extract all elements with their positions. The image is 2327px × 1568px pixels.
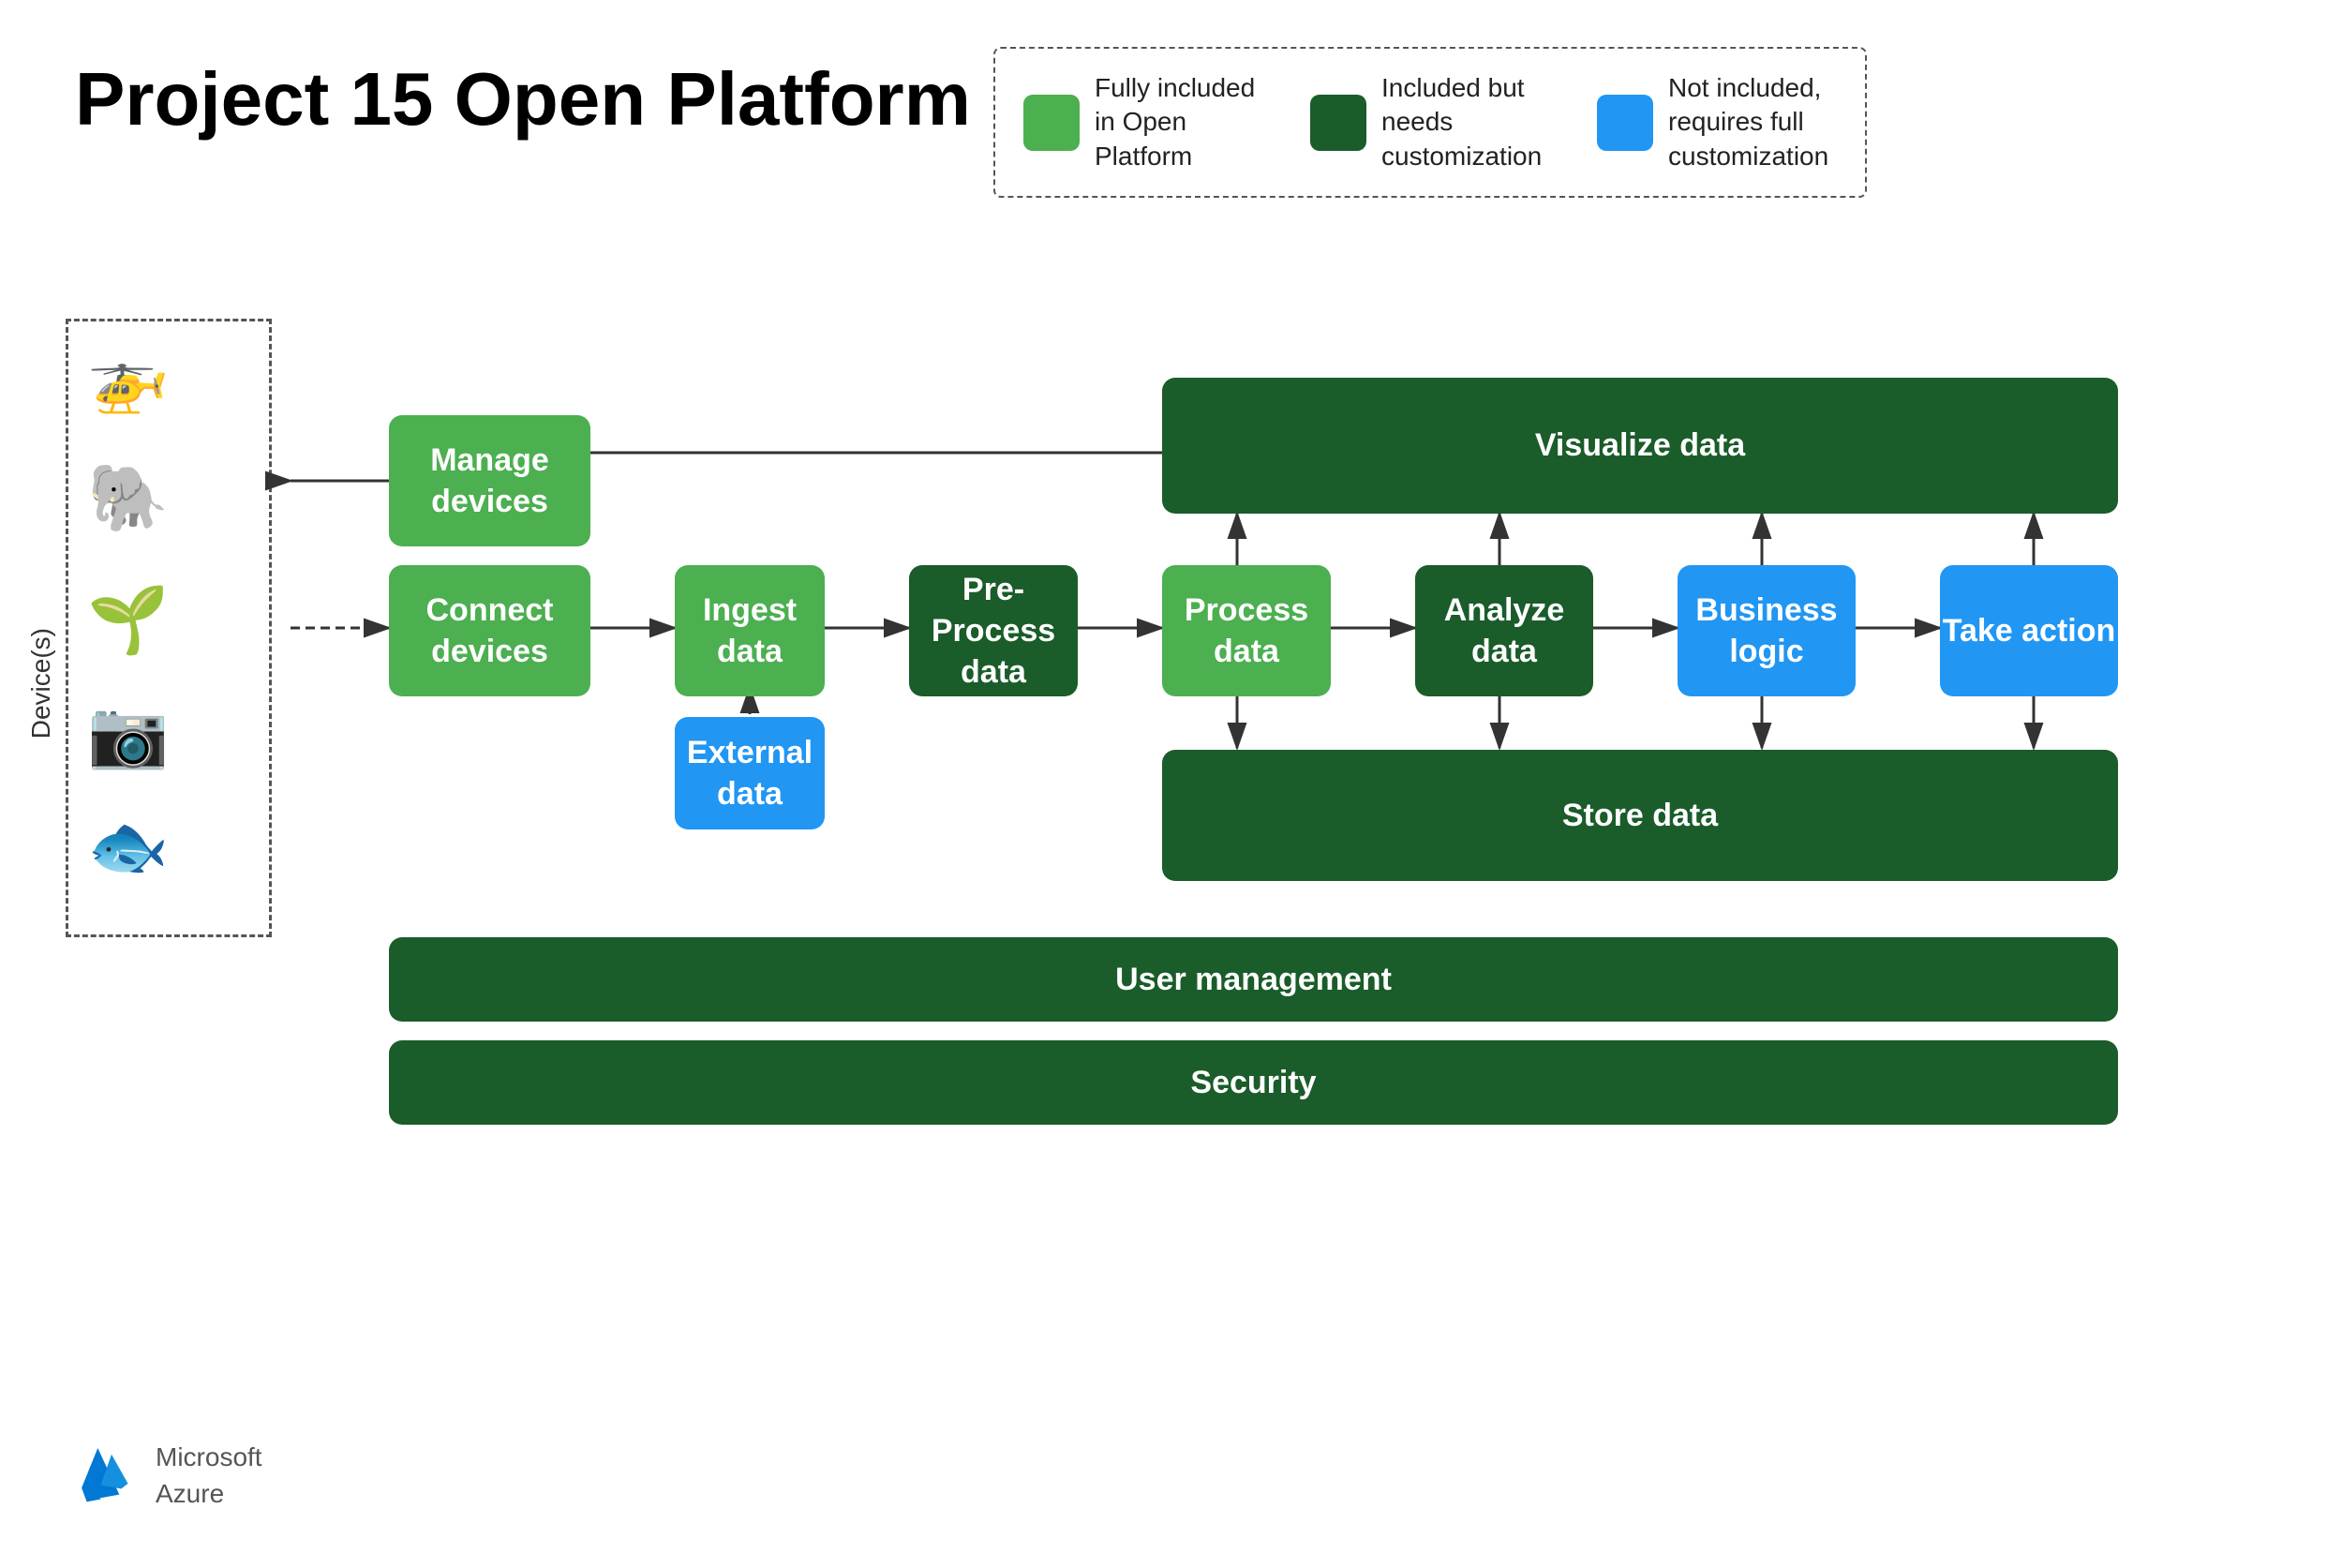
store-data-box: Store data (1162, 750, 2118, 881)
legend-color-blue (1597, 95, 1653, 151)
legend-label-blue: Not included, requires full customizatio… (1668, 71, 1837, 173)
ms-azure-text: Microsoft Azure (156, 1439, 262, 1512)
legend-color-light-green (1023, 95, 1080, 151)
legend-item-light-green: Fully included in Open Platform (1023, 71, 1263, 173)
external-data-box: External data (675, 717, 825, 829)
devices-box: 🚁 🐘 🌱 📷 🐟 (66, 319, 272, 937)
plant-icon: 🌱 (87, 582, 169, 659)
analyze-data-box: Analyze data (1415, 565, 1593, 696)
devices-label: Device(s) (26, 628, 56, 739)
user-management-box: User management (389, 937, 2118, 1022)
diagram: Device(s) 🚁 🐘 🌱 📷 🐟 (0, 197, 2327, 1474)
ingest-data-box: Ingest data (675, 565, 825, 696)
camera-icon: 📷 (87, 696, 169, 773)
page: Project 15 Open Platform Fully included … (0, 0, 2327, 1568)
azure-logo-icon (75, 1442, 141, 1508)
legend-color-dark-green (1310, 95, 1366, 151)
manage-devices-box: Manage devices (389, 415, 590, 546)
drone-icon: 🚁 (87, 340, 169, 417)
business-logic-box: Business logic (1678, 565, 1856, 696)
process-data-box: Process data (1162, 565, 1331, 696)
legend-label-light-green: Fully included in Open Platform (1095, 71, 1263, 173)
legend-item-blue: Not included, requires full customizatio… (1597, 71, 1837, 173)
legend-item-dark-green: Included but needs customization (1310, 71, 1550, 173)
fish-icon: 🐟 (87, 809, 169, 886)
page-title: Project 15 Open Platform (75, 56, 971, 142)
take-action-box: Take action (1940, 565, 2118, 696)
security-box: Security (389, 1040, 2118, 1125)
microsoft-azure-logo: Microsoft Azure (75, 1439, 262, 1512)
elephant-icon: 🐘 (87, 460, 169, 537)
visualize-data-box: Visualize data (1162, 378, 2118, 514)
connect-devices-box: Connect devices (389, 565, 590, 696)
legend: Fully included in Open Platform Included… (993, 47, 1867, 198)
legend-label-dark-green: Included but needs customization (1381, 71, 1550, 173)
pre-process-data-box: Pre-Process data (909, 565, 1078, 696)
